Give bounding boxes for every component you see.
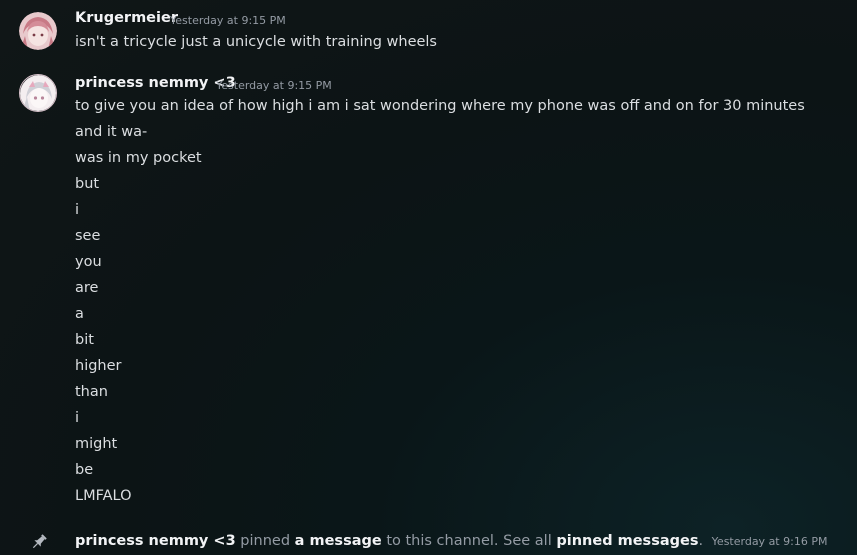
pinned-message-link[interactable]: a message	[295, 533, 382, 549]
timestamp[interactable]: Yesterday at 9:15 PM	[216, 79, 332, 92]
timestamp[interactable]: Yesterday at 9:16 PM	[712, 535, 828, 548]
avatar[interactable]	[19, 74, 57, 112]
message-text: be	[75, 462, 94, 478]
message-text: are	[75, 280, 99, 296]
pin-icon	[30, 533, 48, 551]
message-text: LMFALO	[75, 488, 132, 504]
pin-period: .	[698, 533, 704, 549]
message-text: but	[75, 176, 100, 192]
message-text: than	[75, 384, 108, 400]
username[interactable]: princess nemmy <3	[75, 75, 236, 91]
pin-actor[interactable]: princess nemmy <3	[75, 533, 236, 549]
message-text: see	[75, 228, 101, 244]
message-text: bit	[75, 332, 94, 348]
message-group-princess-nemmy: princess nemmy <3 Yesterday at 9:15 PM t…	[0, 0, 857, 520]
message-text: and it wa-	[75, 124, 148, 140]
pin-text: princess nemmy <3 pinned a message to th…	[75, 531, 827, 552]
system-pin-message: princess nemmy <3 pinned a message to th…	[0, 531, 857, 551]
message-text: i	[75, 202, 80, 218]
pin-verb: pinned	[240, 533, 291, 549]
chat-messages: Krugermeier Yesterday at 9:15 PM isn't a…	[0, 0, 857, 555]
message-text: to give you an idea of how high i am i s…	[75, 98, 805, 114]
pinned-messages-link[interactable]: pinned messages	[556, 533, 698, 549]
message-text: i	[75, 410, 80, 426]
message-text: was in my pocket	[75, 150, 202, 166]
pin-middle-text: to this channel. See all	[386, 533, 552, 549]
message-text: might	[75, 436, 118, 452]
message-text: higher	[75, 358, 122, 374]
message-text: you	[75, 254, 102, 270]
message-text: a	[75, 306, 84, 322]
